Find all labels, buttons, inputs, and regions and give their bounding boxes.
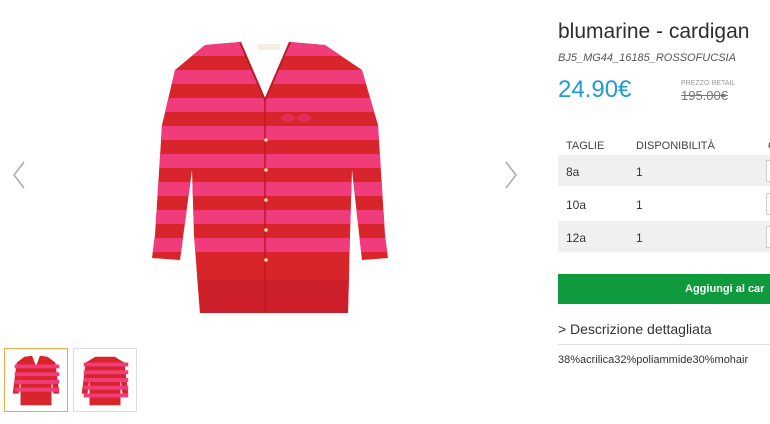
chevron-left-icon xyxy=(13,161,25,189)
product-sku: BJ5_MG44_16185_ROSSOFUCSIA xyxy=(558,52,736,64)
thumbnail-2[interactable] xyxy=(73,348,137,412)
retail-price-label: PREZZO RETAIL xyxy=(681,80,736,87)
size-cell: 10a xyxy=(566,198,587,212)
product-price: 24.90€ xyxy=(558,76,632,103)
thumbnail-strip xyxy=(4,348,137,412)
availability-cell: 1 xyxy=(636,198,643,212)
quantity-input[interactable] xyxy=(766,226,770,248)
description-toggle-label: Descrizione dettagliata xyxy=(570,321,712,337)
header-availability: DISPONIBILITÀ xyxy=(636,140,715,152)
product-info-panel: blumarine - cardigan BJ5_MG44_16185_ROSS… xyxy=(558,0,770,424)
availability-cell: 1 xyxy=(636,165,643,179)
add-to-cart-button[interactable]: Aggiungi al car xyxy=(558,274,770,304)
product-title: blumarine - cardigan xyxy=(558,20,750,43)
product-main-image xyxy=(130,30,400,320)
availability-cell: 1 xyxy=(636,231,643,245)
chevron-right-icon: > xyxy=(558,321,567,337)
add-to-cart-label: Aggiungi al car xyxy=(685,283,765,295)
chevron-right-icon xyxy=(505,161,517,189)
table-row: 8a 1 xyxy=(558,155,770,188)
product-gallery xyxy=(0,0,535,424)
size-cell: 8a xyxy=(566,165,580,179)
description-toggle[interactable]: > Descrizione dettagliata xyxy=(558,318,770,345)
quantity-input[interactable] xyxy=(766,193,770,215)
gallery-next-button[interactable] xyxy=(500,160,522,190)
table-row: 12a 1 xyxy=(558,221,770,254)
table-row: 10a 1 xyxy=(558,188,770,221)
sizes-table-header: TAGLIE DISPONIBILITÀ Q xyxy=(558,135,770,155)
header-size: TAGLIE xyxy=(566,140,605,152)
retail-price: 195.00€ xyxy=(681,88,728,103)
size-cell: 12a xyxy=(566,231,587,245)
sizes-table: TAGLIE DISPONIBILITÀ Q 8a 1 10a 1 12a 1 xyxy=(558,135,770,254)
gallery-prev-button[interactable] xyxy=(8,160,30,190)
quantity-input[interactable] xyxy=(766,160,770,182)
thumbnail-1[interactable] xyxy=(4,348,68,412)
product-composition: 38%acrilica32%poliammide30%mohair xyxy=(558,354,749,366)
